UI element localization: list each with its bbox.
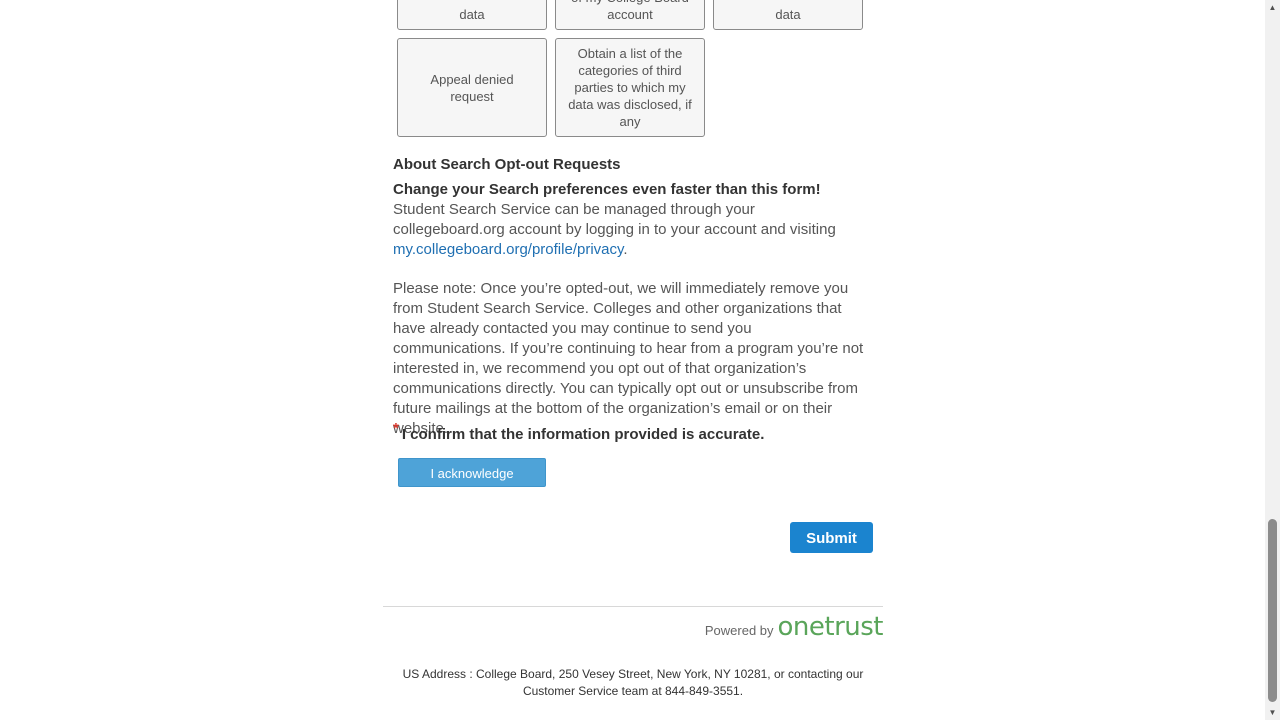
privacy-request-page: data of my College Board account data Ap… [0,0,1280,720]
request-tile-label: Appeal denied request [430,71,514,104]
request-tile-third-parties[interactable]: Obtain a list of the categories of third… [555,38,705,137]
about-lead-text: Student Search Service can be managed th… [393,201,836,238]
request-tile-label: data [775,7,801,22]
onetrust-logo[interactable]: onetrust [778,612,884,642]
about-link-after: . [623,241,628,258]
request-tile-account[interactable]: of my College Board account [555,0,705,30]
triangle-down-icon[interactable]: ▼ [1265,705,1280,720]
privacy-profile-link[interactable]: my.collegeboard.org/profile/privacy [393,241,623,258]
page-scrollbar[interactable]: ▲ ▼ [1265,0,1280,720]
confirm-text: I confirm that the information provided … [401,426,765,443]
request-tile-label: data [459,7,485,22]
about-lead-bold: Change your Search preferences even fast… [393,181,821,198]
request-tile-data-1[interactable]: data [397,0,547,30]
request-tile-label: of my College Board account [571,0,689,22]
powered-by: Powered by onetrust [704,612,884,642]
submit-button[interactable]: Submit [790,522,873,553]
footer-divider [383,606,883,607]
triangle-up-icon[interactable]: ▲ [1265,0,1280,15]
required-marker: * [393,420,399,437]
acknowledge-button[interactable]: I acknowledge [398,458,546,487]
powered-by-label: Powered by [704,623,774,638]
scrollbar-thumb[interactable] [1268,519,1277,702]
footer-address: US Address : College Board, 250 Vesey St… [402,667,864,698]
request-tile-label: Obtain a list of the categories of third… [568,46,692,129]
about-note-paragraph: Please note: Once you’re opted-out, we w… [393,280,864,437]
request-tile-data-2[interactable]: data [713,0,863,30]
about-heading: About Search Opt-out Requests [393,156,621,173]
request-tile-appeal[interactable]: Appeal denied request [397,38,547,137]
about-lead-paragraph: Change your Search preferences even fast… [393,180,868,260]
confirm-label: * I confirm that the information provided… [393,420,765,443]
